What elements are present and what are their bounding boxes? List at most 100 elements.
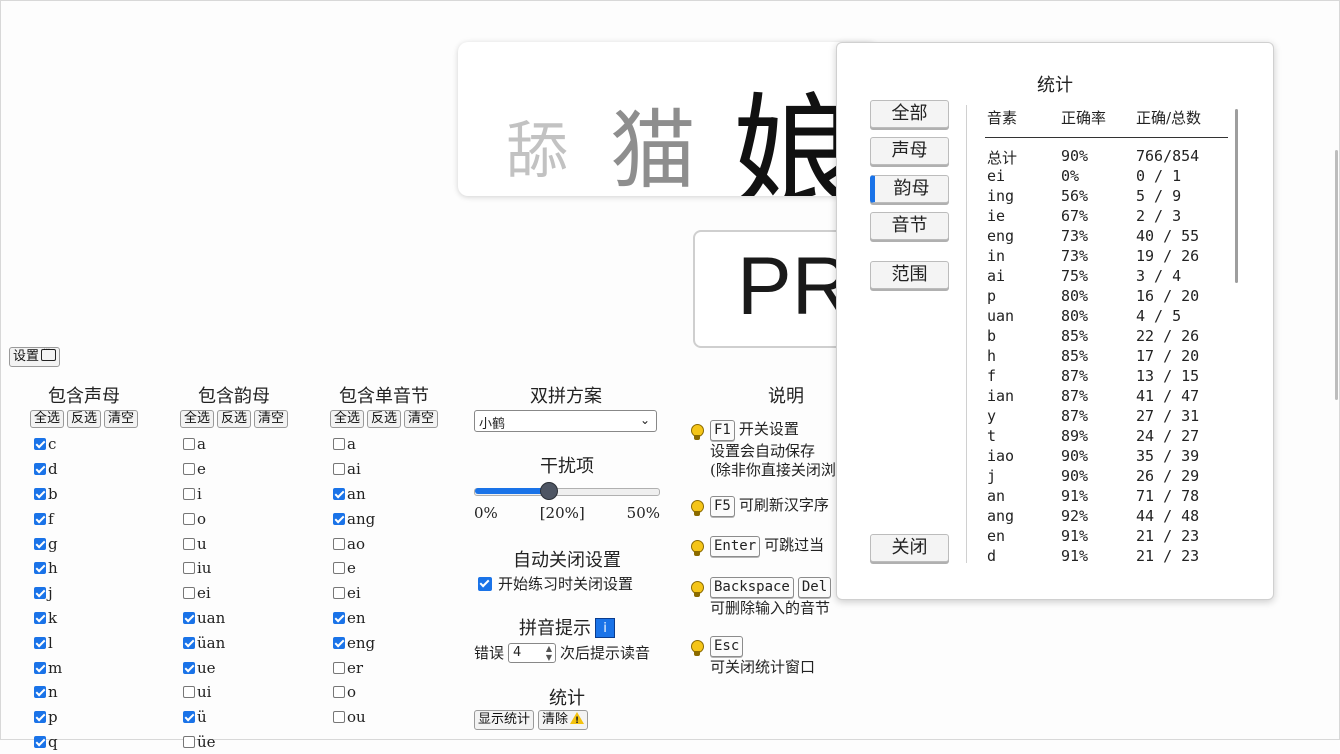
checkbox[interactable]: [333, 463, 345, 476]
list-item[interactable]: üe: [183, 730, 294, 754]
list-item[interactable]: ü: [183, 705, 294, 730]
checkbox[interactable]: [333, 661, 345, 674]
checkbox[interactable]: [183, 636, 195, 649]
tab-range[interactable]: 范围: [870, 261, 949, 289]
checkbox[interactable]: [183, 463, 195, 476]
stats-scrollbar[interactable]: [1235, 109, 1238, 283]
tab-syllables[interactable]: 音节: [870, 212, 949, 240]
distractor-slider[interactable]: [474, 482, 660, 500]
list-item[interactable]: iu: [183, 556, 294, 581]
scheme-select[interactable]: 小鹤 ⌄: [474, 410, 657, 432]
list-item[interactable]: n: [34, 680, 144, 705]
checkbox[interactable]: [34, 463, 46, 476]
list-item[interactable]: p: [34, 705, 144, 730]
checkbox[interactable]: [34, 735, 46, 748]
checkbox[interactable]: [34, 587, 46, 600]
checkbox[interactable]: [183, 512, 195, 525]
stepper-arrows-icon[interactable]: ▲ ▼: [546, 644, 552, 662]
close-stats-button[interactable]: 关闭: [870, 534, 949, 562]
list-item[interactable]: h: [34, 556, 144, 581]
checkbox[interactable]: [34, 636, 46, 649]
checkbox[interactable]: [183, 686, 195, 699]
list-item[interactable]: q: [34, 730, 144, 754]
settings-button[interactable]: 设置: [9, 343, 61, 367]
checkbox[interactable]: [34, 512, 46, 525]
list-item[interactable]: m: [34, 655, 144, 680]
list-item[interactable]: ue: [183, 655, 294, 680]
list-item[interactable]: an: [333, 482, 444, 507]
list-item[interactable]: ui: [183, 680, 294, 705]
tab-initials[interactable]: 声母: [870, 137, 949, 165]
checkbox[interactable]: [183, 562, 195, 575]
initials-invert-button[interactable]: 反选: [66, 410, 101, 428]
checkbox[interactable]: [183, 661, 195, 674]
checkbox[interactable]: [183, 735, 195, 748]
list-item[interactable]: j: [34, 581, 144, 606]
checkbox[interactable]: [333, 686, 345, 699]
list-item[interactable]: a: [183, 432, 294, 457]
tab-finals[interactable]: 韵母: [870, 175, 949, 203]
checkbox[interactable]: [183, 711, 195, 724]
checkbox[interactable]: [183, 587, 195, 600]
checkbox[interactable]: [333, 438, 345, 451]
checkbox[interactable]: [333, 636, 345, 649]
checkbox[interactable]: [183, 438, 195, 451]
list-item[interactable]: b: [34, 482, 144, 507]
page-scrollbar[interactable]: [1335, 150, 1338, 400]
list-item[interactable]: o: [333, 680, 444, 705]
finals-invert-button[interactable]: 反选: [216, 410, 251, 428]
stats-table[interactable]: 音素 正确率 正确/总数 总计 90% 766/854 ei 0% 0 / 1 ing 56%…: [985, 105, 1230, 563]
checkbox[interactable]: [34, 562, 46, 575]
list-item[interactable]: er: [333, 655, 444, 680]
checkbox[interactable]: [333, 562, 345, 575]
list-item[interactable]: g: [34, 531, 144, 556]
hint-count-stepper[interactable]: 4 ▲ ▼: [508, 642, 557, 663]
info-icon[interactable]: i: [595, 618, 615, 638]
list-item[interactable]: ang: [333, 506, 444, 531]
list-item[interactable]: a: [333, 432, 444, 457]
checkbox[interactable]: [34, 661, 46, 674]
list-item[interactable]: f: [34, 506, 144, 531]
list-item[interactable]: u: [183, 531, 294, 556]
checkbox[interactable]: [333, 711, 345, 724]
initials-clear-button[interactable]: 清空: [104, 410, 139, 428]
checkbox[interactable]: [34, 537, 46, 550]
checkbox[interactable]: [183, 537, 195, 550]
finals-select-all-button[interactable]: 全选: [179, 410, 214, 428]
list-item[interactable]: o: [183, 506, 294, 531]
list-item[interactable]: ai: [333, 457, 444, 482]
list-item[interactable]: üan: [183, 630, 294, 655]
checkbox[interactable]: [333, 512, 345, 525]
checkbox[interactable]: [333, 587, 345, 600]
auto-close-checkbox[interactable]: [478, 576, 492, 591]
list-item[interactable]: d: [34, 457, 144, 482]
list-item[interactable]: ei: [183, 581, 294, 606]
slider-thumb[interactable]: [539, 482, 558, 500]
list-item[interactable]: uan: [183, 606, 294, 631]
list-item[interactable]: ei: [333, 581, 444, 606]
list-item[interactable]: eng: [333, 630, 444, 655]
finals-clear-button[interactable]: 清空: [254, 410, 289, 428]
list-item[interactable]: e: [333, 556, 444, 581]
list-item[interactable]: k: [34, 606, 144, 631]
list-item[interactable]: e: [183, 457, 294, 482]
initials-select-all-button[interactable]: 全选: [29, 410, 64, 428]
checkbox[interactable]: [183, 611, 195, 624]
checkbox[interactable]: [333, 487, 345, 500]
list-item[interactable]: ao: [333, 531, 444, 556]
list-item[interactable]: l: [34, 630, 144, 655]
syllables-clear-button[interactable]: 清空: [404, 410, 439, 428]
syllables-invert-button[interactable]: 反选: [366, 410, 401, 428]
checkbox[interactable]: [34, 711, 46, 724]
checkbox[interactable]: [34, 611, 46, 624]
clear-stats-button[interactable]: 清除: [538, 710, 589, 730]
show-stats-button[interactable]: 显示统计: [474, 710, 535, 730]
checkbox[interactable]: [34, 487, 46, 500]
checkbox[interactable]: [34, 438, 46, 451]
checkbox[interactable]: [333, 611, 345, 624]
list-item[interactable]: c: [34, 432, 144, 457]
checkbox[interactable]: [333, 537, 345, 550]
syllables-select-all-button[interactable]: 全选: [329, 410, 364, 428]
list-item[interactable]: ou: [333, 705, 444, 730]
list-item[interactable]: i: [183, 482, 294, 507]
